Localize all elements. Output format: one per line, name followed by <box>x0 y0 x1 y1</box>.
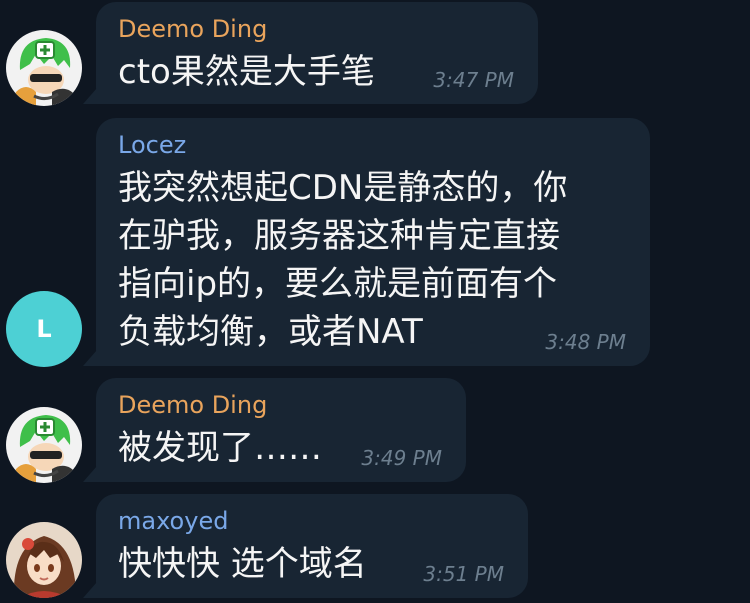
message-bubble[interactable]: Locez 我突然想起CDN是静态的，你 在驴我，服务器这种肯定直接 指向ip的… <box>96 118 650 366</box>
message-timestamp: 3:49 PM <box>361 446 442 470</box>
green-hair-character-icon <box>6 407 82 483</box>
message-line: 我突然想起CDN是静态的，你 <box>118 168 568 208</box>
message-bubble[interactable]: maxoyed 快快快 选个域名 3:51 PM <box>96 494 528 598</box>
message-timestamp: 3:47 PM <box>433 68 514 92</box>
sender-name[interactable]: Locez <box>118 130 628 160</box>
avatar-letter: L <box>36 315 52 343</box>
message-line: 指向ip的，要么就是前面有个 <box>118 264 558 304</box>
anime-girl-icon <box>6 522 82 598</box>
avatar-deemo-ding[interactable] <box>6 407 82 483</box>
avatar-deemo-ding[interactable] <box>6 30 82 106</box>
message-bubble[interactable]: Deemo Ding cto果然是大手笔 3:47 PM <box>96 2 538 104</box>
message-text: 我突然想起CDN是静态的，你 在驴我，服务器这种肯定直接 指向ip的，要么就是前… <box>118 164 628 356</box>
message-bubble[interactable]: Deemo Ding 被发现了…… 3:49 PM <box>96 378 466 482</box>
avatar-maxoyed[interactable] <box>6 522 82 598</box>
sender-name[interactable]: Deemo Ding <box>118 390 444 420</box>
message-timestamp: 3:48 PM <box>545 330 626 354</box>
avatar-locez[interactable]: L <box>6 291 82 367</box>
sender-name[interactable]: Deemo Ding <box>118 14 516 44</box>
sender-name[interactable]: maxoyed <box>118 506 506 536</box>
message-line: 在驴我，服务器这种肯定直接 <box>118 216 560 256</box>
chat-message-list: Deemo Ding cto果然是大手笔 3:47 PM L Locez 我突然… <box>0 0 750 603</box>
green-hair-character-icon <box>6 30 82 106</box>
message-timestamp: 3:51 PM <box>423 562 504 586</box>
